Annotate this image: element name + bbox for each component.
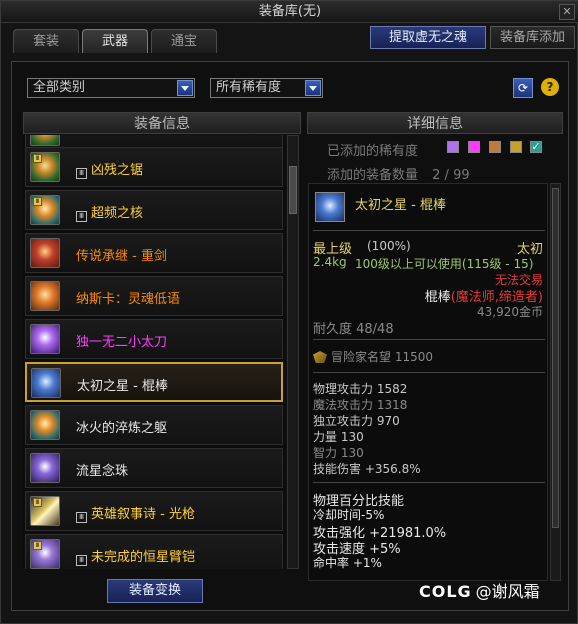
divider bbox=[313, 372, 545, 373]
fame-emblem-icon bbox=[313, 351, 327, 363]
gear-saw-icon: Ⅲ bbox=[30, 152, 60, 182]
convert-equipment-button[interactable]: 装备变换 bbox=[107, 579, 203, 603]
detail-level-req: 100级以上可以使用(115级 - 15) bbox=[355, 257, 534, 271]
ice-fire-body-icon bbox=[30, 410, 60, 440]
stat-magic-attack: 魔法攻击力 1318 bbox=[313, 398, 408, 412]
rarity-swatch-primeval-checked[interactable]: ✓ bbox=[530, 141, 542, 153]
light-lance-icon: Ⅲ bbox=[30, 496, 60, 526]
seal-icon: Ⅲ bbox=[76, 555, 87, 566]
help-icon[interactable]: ? bbox=[541, 78, 559, 96]
list-item-selected[interactable]: 太初之星 - 棍棒 bbox=[25, 362, 283, 402]
stat-independent-attack: 独立攻击力 970 bbox=[313, 414, 400, 428]
added-count-label: 添加的装备数量 bbox=[327, 168, 419, 183]
category-select-value: 全部类别 bbox=[33, 80, 86, 95]
stat-intelligence: 智力 130 bbox=[313, 446, 364, 460]
list-item[interactable]: Ⅲ Ⅲ 凶残之锯 bbox=[25, 147, 283, 187]
badge-icon: Ⅲ bbox=[33, 498, 42, 507]
star-rod-icon bbox=[31, 368, 61, 398]
detail-grade-percent: (100%) bbox=[367, 239, 411, 253]
window-title: 装备库(无) bbox=[258, 4, 322, 19]
window-titlebar: 装备库(无) ✕ bbox=[1, 1, 578, 23]
detail-item-name: 太初之星 - 棍棒 bbox=[355, 198, 446, 213]
soul-whisper-icon bbox=[30, 281, 60, 311]
stellar-gauntlet-icon: Ⅲ bbox=[30, 539, 60, 569]
chevron-down-icon[interactable] bbox=[177, 80, 193, 96]
item-name: Ⅲ 英雄叙事诗 - 光枪 bbox=[76, 503, 195, 523]
watermark: COLG @谢风霜 bbox=[419, 578, 540, 602]
list-item[interactable]: 独一无二小太刀 bbox=[25, 319, 283, 359]
divider bbox=[313, 339, 545, 340]
refresh-icon[interactable]: ⟳ bbox=[513, 78, 533, 98]
item-name: 流星念珠 bbox=[76, 464, 129, 479]
list-item[interactable]: Ⅲ Ⅲ 英雄叙事诗 - 光枪 bbox=[25, 491, 283, 531]
bonus-line: 命中率 +1% bbox=[313, 556, 382, 570]
added-rarity-label: 已添加的稀有度 bbox=[327, 144, 419, 159]
core-icon: Ⅲ bbox=[30, 195, 60, 225]
equipment-info-header: 装备信息 bbox=[23, 112, 301, 134]
item-detail-tooltip: 太初之星 - 棍棒 最上级 (100%) 太初 2.4kg 100级以上可以使用… bbox=[308, 183, 548, 581]
greatsword-icon bbox=[30, 238, 60, 268]
stat-skill-damage: 技能伤害 +356.8% bbox=[313, 462, 421, 476]
item-name: Ⅲ 凶残之锯 bbox=[76, 159, 143, 179]
divider bbox=[313, 230, 545, 231]
list-item[interactable]: Ⅲ Ⅲ 超频之核 bbox=[25, 190, 283, 230]
rarity-select[interactable]: 所有稀有度 bbox=[210, 78, 323, 98]
colg-logo: COLG bbox=[419, 582, 472, 601]
seal-icon: Ⅲ bbox=[76, 211, 87, 222]
badge-icon: Ⅲ bbox=[33, 541, 42, 550]
item-name: 纳斯卡：灵魂低语 bbox=[76, 292, 181, 307]
item-name: 独一无二小太刀 bbox=[76, 335, 168, 350]
badge-icon: Ⅲ bbox=[33, 197, 42, 206]
rarity-swatch-legendary[interactable] bbox=[489, 141, 501, 153]
detail-durability: 耐久度 48/48 bbox=[313, 322, 394, 337]
list-item[interactable]: 流星念珠 bbox=[25, 448, 283, 488]
list-scrollbar[interactable] bbox=[287, 135, 299, 569]
rarity-swatch-epic[interactable] bbox=[510, 141, 522, 153]
storage-add-button[interactable]: 装备库添加 bbox=[490, 26, 575, 49]
star-rod-icon bbox=[315, 192, 345, 222]
watermark-text: @谢风霜 bbox=[475, 582, 540, 601]
list-scrollbar-thumb[interactable] bbox=[289, 166, 297, 214]
stat-strength: 力量 130 bbox=[313, 430, 364, 444]
added-count-row: 添加的装备数量 2 / 99 bbox=[327, 164, 470, 183]
item-name: 太初之星 - 棍棒 bbox=[77, 379, 168, 394]
badge-icon: Ⅲ bbox=[33, 154, 42, 163]
chevron-down-icon[interactable] bbox=[305, 80, 321, 96]
equipment-storage-window: 装备库(无) ✕ 套装 武器 通宝 提取虚无之魂 装备库添加 全部类别 所有稀有… bbox=[0, 0, 578, 624]
tab-set[interactable]: 套装 bbox=[13, 29, 79, 53]
item-name: Ⅲ 未完成的恒星臂铠 bbox=[76, 546, 195, 566]
short-katana-icon bbox=[30, 324, 60, 354]
list-item[interactable]: 纳斯卡：灵魂低语 bbox=[25, 276, 283, 316]
item-name: Ⅲ 超频之核 bbox=[76, 202, 143, 222]
added-count-value: 2 / 99 bbox=[432, 168, 470, 183]
stat-physical-attack: 物理攻击力 1582 bbox=[313, 382, 408, 396]
seal-icon: Ⅲ bbox=[76, 168, 87, 179]
detail-fame: 冒险家名望 11500 bbox=[313, 348, 433, 365]
seal-icon: Ⅲ bbox=[76, 512, 87, 523]
rarity-swatch-rare[interactable] bbox=[447, 141, 459, 153]
item-name: 冰火的淬炼之躯 bbox=[76, 421, 168, 436]
partial-item-icon bbox=[30, 135, 60, 146]
detail-price: 43,920金币 bbox=[477, 305, 543, 319]
list-item[interactable]: 传说承继 - 重剑 bbox=[25, 233, 283, 273]
tab-weapon[interactable]: 武器 bbox=[82, 29, 148, 53]
divider bbox=[313, 482, 545, 483]
list-item[interactable]: 冰火的淬炼之躯 bbox=[25, 405, 283, 445]
rarity-swatch-unique[interactable] bbox=[468, 141, 480, 153]
detail-scrollbar-thumb[interactable] bbox=[552, 188, 559, 528]
category-select[interactable]: 全部类别 bbox=[27, 78, 195, 98]
bonus-line: 冷却时间-5% bbox=[313, 508, 385, 522]
extract-void-soul-button[interactable]: 提取虚无之魂 bbox=[370, 26, 486, 49]
close-icon[interactable]: ✕ bbox=[559, 4, 575, 20]
meteor-beads-icon bbox=[30, 453, 60, 483]
rarity-select-value: 所有稀有度 bbox=[216, 80, 282, 95]
detail-scrollbar[interactable] bbox=[550, 183, 561, 581]
item-name: 传说承继 - 重剑 bbox=[76, 249, 167, 264]
tab-tongbao[interactable]: 通宝 bbox=[151, 29, 217, 53]
list-item[interactable]: Ⅲ Ⅲ 未完成的恒星臂铠 bbox=[25, 534, 283, 569]
detail-weight: 2.4kg bbox=[313, 255, 347, 269]
detail-info-header: 详细信息 bbox=[307, 112, 563, 134]
equipment-list[interactable]: Ⅲ Ⅲ 凶残之锯 Ⅲ Ⅲ 超频之核 传说承继 - 重剑 纳斯卡：灵魂低语 独一无二小… bbox=[23, 135, 285, 569]
